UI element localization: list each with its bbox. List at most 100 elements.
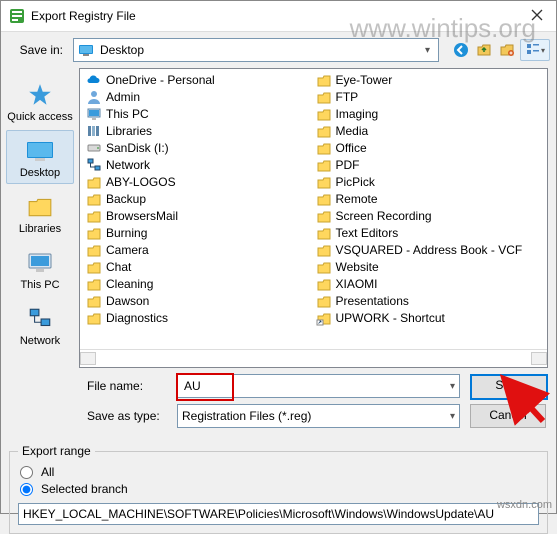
place-libraries[interactable]: Libraries (6, 186, 74, 240)
filename-label: File name: (87, 379, 167, 393)
place-label: Network (20, 335, 60, 347)
radio-all[interactable] (20, 466, 33, 479)
list-item-label: Backup (106, 192, 146, 206)
list-item-label: Network (106, 158, 150, 172)
desktop-icon (78, 42, 94, 58)
list-item-label: Text Editors (336, 226, 399, 240)
save-in-dropdown[interactable]: Desktop ▾ (73, 38, 439, 62)
list-item-label: Screen Recording (336, 209, 432, 223)
place-this-pc[interactable]: This PC (6, 242, 74, 296)
list-item-label: Dawson (106, 294, 149, 308)
place-label: Quick access (7, 111, 72, 123)
list-item[interactable]: Dawson (84, 292, 314, 309)
window-title: Export Registry File (31, 9, 136, 23)
list-item-label: Imaging (336, 107, 379, 121)
drive-icon (86, 140, 102, 156)
folder-icon (316, 191, 332, 207)
horizontal-scrollbar[interactable] (80, 349, 547, 367)
list-item[interactable]: BrowsersMail (84, 207, 314, 224)
list-item[interactable]: This PC (84, 105, 314, 122)
app-icon (9, 8, 25, 24)
list-item[interactable]: PDF (314, 156, 544, 173)
file-list[interactable]: OneDrive - Personal Admin This PC Libraries… (80, 69, 547, 349)
list-item[interactable]: PicPick (314, 173, 544, 190)
list-item[interactable]: OneDrive - Personal (84, 71, 314, 88)
radio-selected-branch-label: Selected branch (41, 482, 128, 496)
chevron-down-icon[interactable]: ▾ (450, 381, 455, 392)
list-item[interactable]: Chat (84, 258, 314, 275)
list-item[interactable]: Presentations (314, 292, 544, 309)
list-item[interactable]: Office (314, 139, 544, 156)
list-item[interactable]: Imaging (314, 105, 544, 122)
list-item[interactable]: Screen Recording (314, 207, 544, 224)
list-item[interactable]: Admin (84, 88, 314, 105)
export-range-legend: Export range (18, 444, 95, 458)
export-range-group: Export range All Selected branch (9, 444, 548, 534)
file-form: File name: ▾ Save as type: Registration … (1, 368, 556, 440)
chevron-down-icon: ▾ (425, 45, 434, 56)
list-item[interactable]: Text Editors (314, 224, 544, 241)
place-network[interactable]: Network (6, 298, 74, 352)
folder-icon (316, 293, 332, 309)
folder-icon (86, 259, 102, 275)
list-item[interactable]: Media (314, 122, 544, 139)
list-item[interactable]: SanDisk (I:) (84, 139, 314, 156)
place-quick-access[interactable]: Quick access (6, 74, 74, 128)
save-as-type-combobox[interactable]: Registration Files (*.reg) ▾ (177, 404, 460, 428)
list-item-label: PicPick (336, 175, 375, 189)
list-item[interactable]: ABY-LOGOS (84, 173, 314, 190)
place-desktop[interactable]: Desktop (6, 130, 74, 184)
filename-input[interactable] (182, 378, 450, 394)
list-item[interactable]: Burning (84, 224, 314, 241)
export-range-selected[interactable]: Selected branch (18, 482, 539, 496)
list-item[interactable]: Diagnostics (84, 309, 314, 326)
filename-combobox[interactable]: ▾ (177, 374, 460, 398)
thispc-icon (86, 106, 102, 122)
folder-icon (316, 242, 332, 258)
folder-icon (316, 174, 332, 190)
folder-icon (316, 140, 332, 156)
folder-icon (316, 208, 332, 224)
folder-icon (86, 293, 102, 309)
list-item[interactable]: Eye-Tower (314, 71, 544, 88)
up-one-level-icon[interactable] (474, 40, 494, 60)
list-item[interactable]: Camera (84, 241, 314, 258)
export-range-all[interactable]: All (18, 465, 539, 479)
list-item-label: Chat (106, 260, 131, 274)
radio-selected-branch[interactable] (20, 483, 33, 496)
list-item[interactable]: UPWORK - Shortcut (314, 309, 544, 326)
selected-branch-input[interactable] (18, 503, 539, 525)
list-item[interactable]: Backup (84, 190, 314, 207)
list-item-label: Libraries (106, 124, 152, 138)
list-item-label: PDF (336, 158, 360, 172)
folder-icon (316, 123, 332, 139)
chevron-down-icon[interactable]: ▾ (450, 411, 455, 422)
folder-icon (316, 106, 332, 122)
list-item-label: Website (336, 260, 379, 274)
quick-access-icon (27, 81, 53, 109)
list-item-label: This PC (106, 107, 149, 121)
cancel-button[interactable]: Cancel (470, 404, 546, 428)
this-pc-icon (26, 249, 54, 277)
shortcut-icon (316, 310, 332, 326)
save-button[interactable]: Save (470, 374, 548, 400)
list-item-label: BrowsersMail (106, 209, 178, 223)
list-item-label: SanDisk (I:) (106, 141, 169, 155)
back-icon[interactable] (451, 40, 471, 60)
save-in-toolbar: Save in: Desktop ▾ ▾ (1, 32, 556, 68)
views-icon[interactable]: ▾ (520, 39, 550, 61)
folder-icon (86, 225, 102, 241)
list-item-label: Media (336, 124, 369, 138)
new-folder-icon[interactable] (497, 40, 517, 60)
list-item-label: Admin (106, 90, 140, 104)
list-item[interactable]: Website (314, 258, 544, 275)
list-item[interactable]: Network (84, 156, 314, 173)
folder-icon (86, 208, 102, 224)
list-item[interactable]: Cleaning (84, 275, 314, 292)
list-item[interactable]: Remote (314, 190, 544, 207)
list-item[interactable]: XIAOMI (314, 275, 544, 292)
list-item[interactable]: VSQUARED - Address Book - VCF (314, 241, 544, 258)
list-item[interactable]: FTP (314, 88, 544, 105)
close-icon[interactable] (526, 9, 548, 24)
list-item[interactable]: Libraries (84, 122, 314, 139)
